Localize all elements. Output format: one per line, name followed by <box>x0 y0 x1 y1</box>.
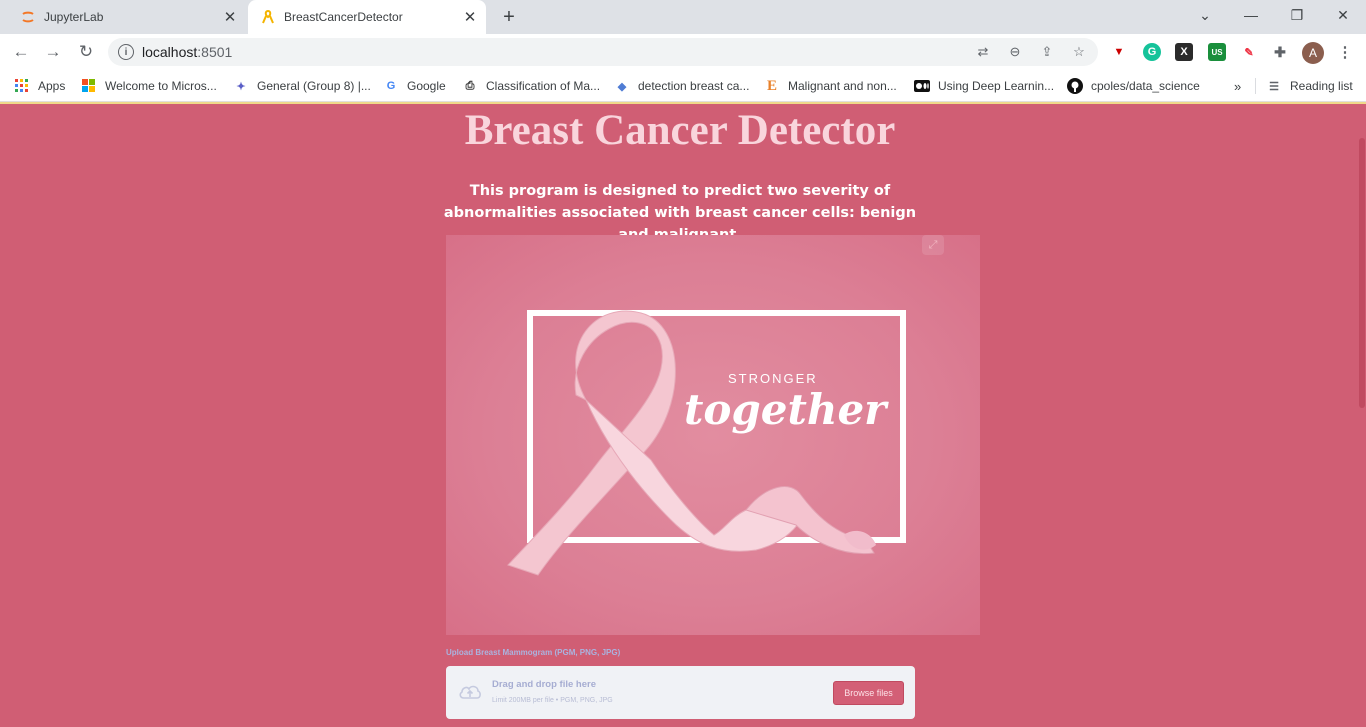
zoom-icon[interactable]: ⊖ <box>1006 43 1024 61</box>
stronger-together-image: STRONGER together <box>446 235 980 635</box>
document-icon: ⎙ <box>465 79 475 92</box>
bookmark-classification[interactable]: ⎙ Classification of Ma... <box>462 76 600 96</box>
minimize-button[interactable]: — <box>1228 0 1274 30</box>
url-text: localhost:8501 <box>142 44 233 60</box>
restore-button[interactable]: ❐ <box>1274 0 1320 30</box>
apps-grid-icon <box>14 78 30 94</box>
file-dropzone[interactable]: Drag and drop file here Limit 200MB per … <box>446 666 915 719</box>
jupyter-icon <box>20 9 36 25</box>
close-tab-icon[interactable]: ✕ <box>220 7 240 27</box>
more-bookmarks-button[interactable]: » <box>1234 76 1241 96</box>
tab-search-icon[interactable]: ⌄ <box>1182 0 1228 30</box>
teams-icon: ✦ <box>236 80 246 93</box>
extensions-puzzle-icon[interactable]: ✚ <box>1271 43 1289 61</box>
cloud-upload-icon <box>458 682 482 702</box>
close-window-button[interactable]: ✕ <box>1320 0 1366 30</box>
reading-list-icon: ☰ <box>1269 80 1279 93</box>
scrollbar-thumb[interactable] <box>1359 138 1365 408</box>
new-tab-button[interactable]: + <box>498 6 520 28</box>
page-title: Breast Cancer Detector <box>464 107 896 154</box>
back-button[interactable]: ← <box>8 39 34 65</box>
bookmark-malignant[interactable]: E Malignant and non... <box>764 76 897 96</box>
grammarly-extension-icon[interactable]: G <box>1143 43 1161 61</box>
mcafee-extension-icon[interactable]: ▼ <box>1110 43 1128 61</box>
bookmark-separator <box>1255 78 1256 94</box>
google-icon: G <box>386 80 396 92</box>
translate-icon[interactable]: ⇄ <box>974 43 992 61</box>
bookmark-teams[interactable]: ✦ General (Group 8) |... <box>233 76 370 96</box>
bookmark-google[interactable]: G Google <box>383 76 446 96</box>
cap-icon: ◆ <box>617 80 627 93</box>
pen-extension-icon[interactable]: ✎ <box>1240 43 1258 61</box>
reading-list-button[interactable]: ☰ Reading list <box>1266 76 1353 96</box>
upload-label: Upload Breast Mammogram (PGM, PNG, JPG) <box>446 648 621 657</box>
image-caption-main: together <box>684 385 887 434</box>
bookmark-deep-learning[interactable]: Using Deep Learnin... <box>914 76 1054 96</box>
share-icon[interactable]: ⇪ <box>1038 43 1056 61</box>
tab-jupyterlab[interactable]: JupyterLab ✕ <box>8 0 246 34</box>
tab-title: BreastCancerDetector <box>284 10 403 24</box>
ribbon-illustration <box>507 310 906 576</box>
address-bar[interactable]: i localhost:8501 ⇄ ⊖ ⇪ ☆ <box>108 38 1098 66</box>
us-extension-icon[interactable]: US <box>1208 43 1226 61</box>
menu-kebab-icon[interactable]: ⋮ <box>1336 43 1354 61</box>
profile-avatar[interactable]: A <box>1302 42 1324 64</box>
image-caption-top: STRONGER <box>728 371 818 386</box>
e-icon: E <box>766 77 777 94</box>
forward-button[interactable]: → <box>40 39 66 65</box>
ribbon-icon <box>260 9 276 25</box>
medium-icon <box>914 78 930 94</box>
bookmarks-bar: Apps Welcome to Micros... ✦ General (Gro… <box>0 70 1366 102</box>
x-extension-icon[interactable]: X <box>1175 43 1193 61</box>
github-icon <box>1067 78 1083 94</box>
site-info-icon[interactable]: i <box>118 44 134 60</box>
bookmark-github[interactable]: cpoles/data_science <box>1067 76 1200 96</box>
bookmark-apps[interactable]: Apps <box>14 76 65 96</box>
browser-toolbar: ← → ↻ i localhost:8501 ⇄ ⊖ ⇪ ☆ ▼ G X US … <box>0 34 1366 70</box>
dropzone-limit: Limit 200MB per file • PGM, PNG, JPG <box>492 697 613 704</box>
microsoft-icon <box>81 78 97 94</box>
tab-strip: JupyterLab ✕ BreastCancerDetector ✕ + ⌄ … <box>0 0 1366 34</box>
tab-title: JupyterLab <box>44 10 104 24</box>
browse-files-button[interactable]: Browse files <box>833 681 904 705</box>
bookmark-star-icon[interactable]: ☆ <box>1070 43 1088 61</box>
bookmark-microsoft[interactable]: Welcome to Micros... <box>81 76 217 96</box>
tab-breastcancerdetector[interactable]: BreastCancerDetector ✕ <box>248 0 486 34</box>
reload-button[interactable]: ↻ <box>73 39 99 65</box>
dropzone-instruction: Drag and drop file here <box>492 679 596 690</box>
fullscreen-expand-icon[interactable]: ⤢ <box>922 235 944 255</box>
close-tab-icon[interactable]: ✕ <box>460 7 480 27</box>
bookmark-detection[interactable]: ◆ detection breast ca... <box>614 76 750 96</box>
